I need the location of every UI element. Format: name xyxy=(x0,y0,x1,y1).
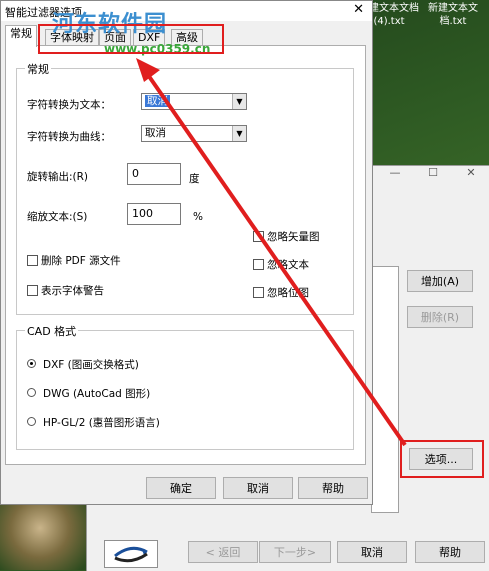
arrow-head-icon xyxy=(136,58,160,82)
arrow-shaft xyxy=(144,70,407,447)
tab-general[interactable]: 常规 xyxy=(5,25,37,47)
annotation-arrow xyxy=(136,58,407,447)
